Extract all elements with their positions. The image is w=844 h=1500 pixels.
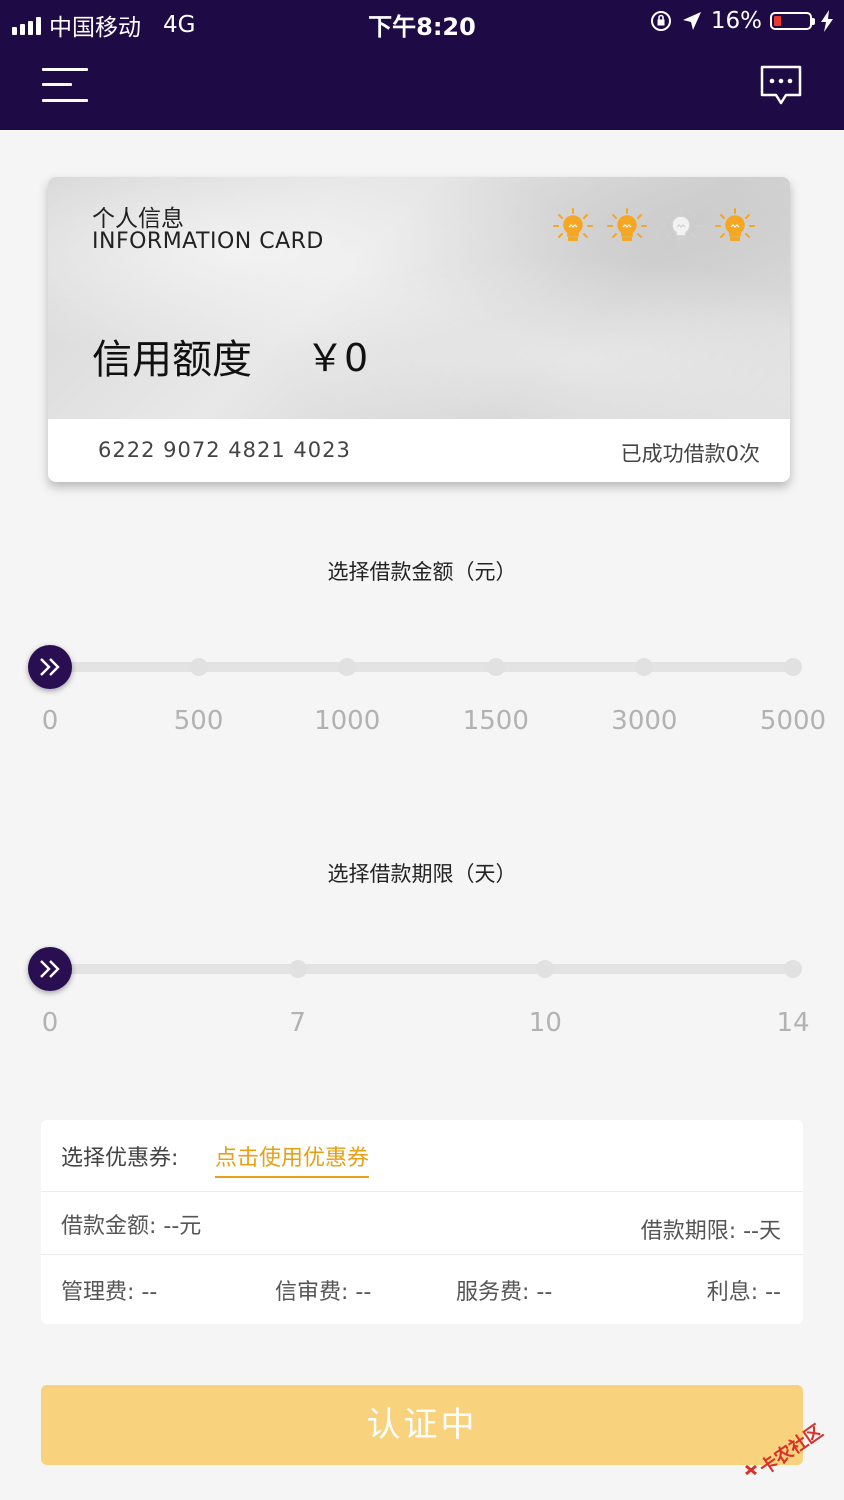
- rotation-lock-icon: [650, 11, 671, 31]
- use-coupon-link[interactable]: 点击使用优惠券: [215, 1140, 370, 1178]
- chat-bubble-icon[interactable]: [758, 64, 804, 108]
- lit-bulb-icon: [553, 208, 593, 241]
- amount-slider-track[interactable]: [50, 662, 793, 672]
- term-slider-handle[interactable]: [28, 947, 72, 991]
- term-slider-tick[interactable]: [536, 960, 555, 978]
- term-slider-tick-label: 14: [776, 1008, 810, 1038]
- nav-bar: [0, 44, 844, 130]
- divider: [41, 1254, 803, 1255]
- amount-slider-handle[interactable]: [28, 645, 72, 689]
- amount-slider-tick-label: 1000: [314, 706, 381, 736]
- loan-amount-text: 借款金额: --元: [61, 1214, 202, 1239]
- double-chevron-right-icon: [40, 658, 60, 676]
- amount-slider-tick[interactable]: [486, 658, 505, 676]
- lit-bulb-icon: [715, 208, 755, 241]
- svg-text:卡农社区: 卡农社区: [755, 1420, 827, 1479]
- amount-slider-tick-label: 3000: [611, 706, 678, 736]
- double-chevron-right-icon: [40, 960, 60, 978]
- location-arrow-icon: [682, 12, 701, 30]
- card-title-en: INFORMATION CARD: [92, 229, 324, 254]
- term-slider-tick[interactable]: [784, 960, 802, 978]
- interest-text: 利息: --: [706, 1280, 781, 1305]
- hamburger-menu-icon[interactable]: [42, 68, 88, 102]
- coupon-label: 选择优惠券:: [61, 1146, 179, 1171]
- watermark-logo: 卡农社区: [745, 1420, 827, 1479]
- loan-term-text: 借款期限: --天: [640, 1219, 781, 1244]
- term-slider-tick-label: 10: [528, 1008, 562, 1038]
- divider: [41, 1191, 803, 1192]
- certifying-button[interactable]: 认证中: [41, 1385, 803, 1465]
- card-title-cn: 个人信息: [92, 206, 184, 232]
- amount-slider-tick-label: 5000: [759, 706, 827, 736]
- battery-percent: 16%: [710, 8, 762, 34]
- credit-rating-bulbs: [553, 207, 755, 247]
- term-slider-tick[interactable]: [288, 960, 307, 978]
- credit-limit-value: ￥0: [306, 336, 369, 380]
- amount-slider-tick-label: 1500: [462, 706, 529, 736]
- status-bar: 中国移动 4G 下午8:20 16%: [0, 0, 844, 44]
- term-slider-title: 选择借款期限（天）: [327, 862, 517, 886]
- amount-slider-tick[interactable]: [635, 658, 654, 676]
- service-fee-text: 服务费: --: [456, 1280, 553, 1305]
- amount-slider-tick[interactable]: [338, 658, 357, 676]
- term-slider-track[interactable]: [50, 964, 793, 974]
- lit-bulb-icon: [607, 208, 647, 241]
- credit-limit-label: 信用额度: [92, 337, 252, 383]
- information-card: 个人信息 INFORMATION CARD 信用额度 ￥0 6222 9072 …: [48, 177, 790, 482]
- loan-info-panel: 选择优惠券: 点击使用优惠券 借款金额: --元 借款期限: --天 管理费: …: [41, 1120, 803, 1324]
- amount-slider-tick-label: 0: [41, 706, 59, 736]
- amount-slider-tick[interactable]: [784, 658, 802, 676]
- amount-slider-tick[interactable]: [189, 658, 208, 676]
- card-number: 6222 9072 4821 4023: [98, 438, 351, 462]
- unlit-bulb-icon: [661, 208, 701, 241]
- management-fee-text: 管理费: --: [61, 1280, 158, 1305]
- charging-bolt-icon: [821, 10, 833, 32]
- term-slider-tick-label: 7: [289, 1008, 306, 1038]
- loan-count-text: 已成功借款0次: [620, 442, 760, 466]
- term-slider-tick-label: 0: [41, 1008, 59, 1038]
- battery-icon: [770, 12, 815, 30]
- review-fee-text: 信审费: --: [275, 1280, 372, 1305]
- amount-slider-tick-label: 500: [173, 706, 224, 736]
- amount-slider-title: 选择借款金额（元）: [327, 560, 517, 584]
